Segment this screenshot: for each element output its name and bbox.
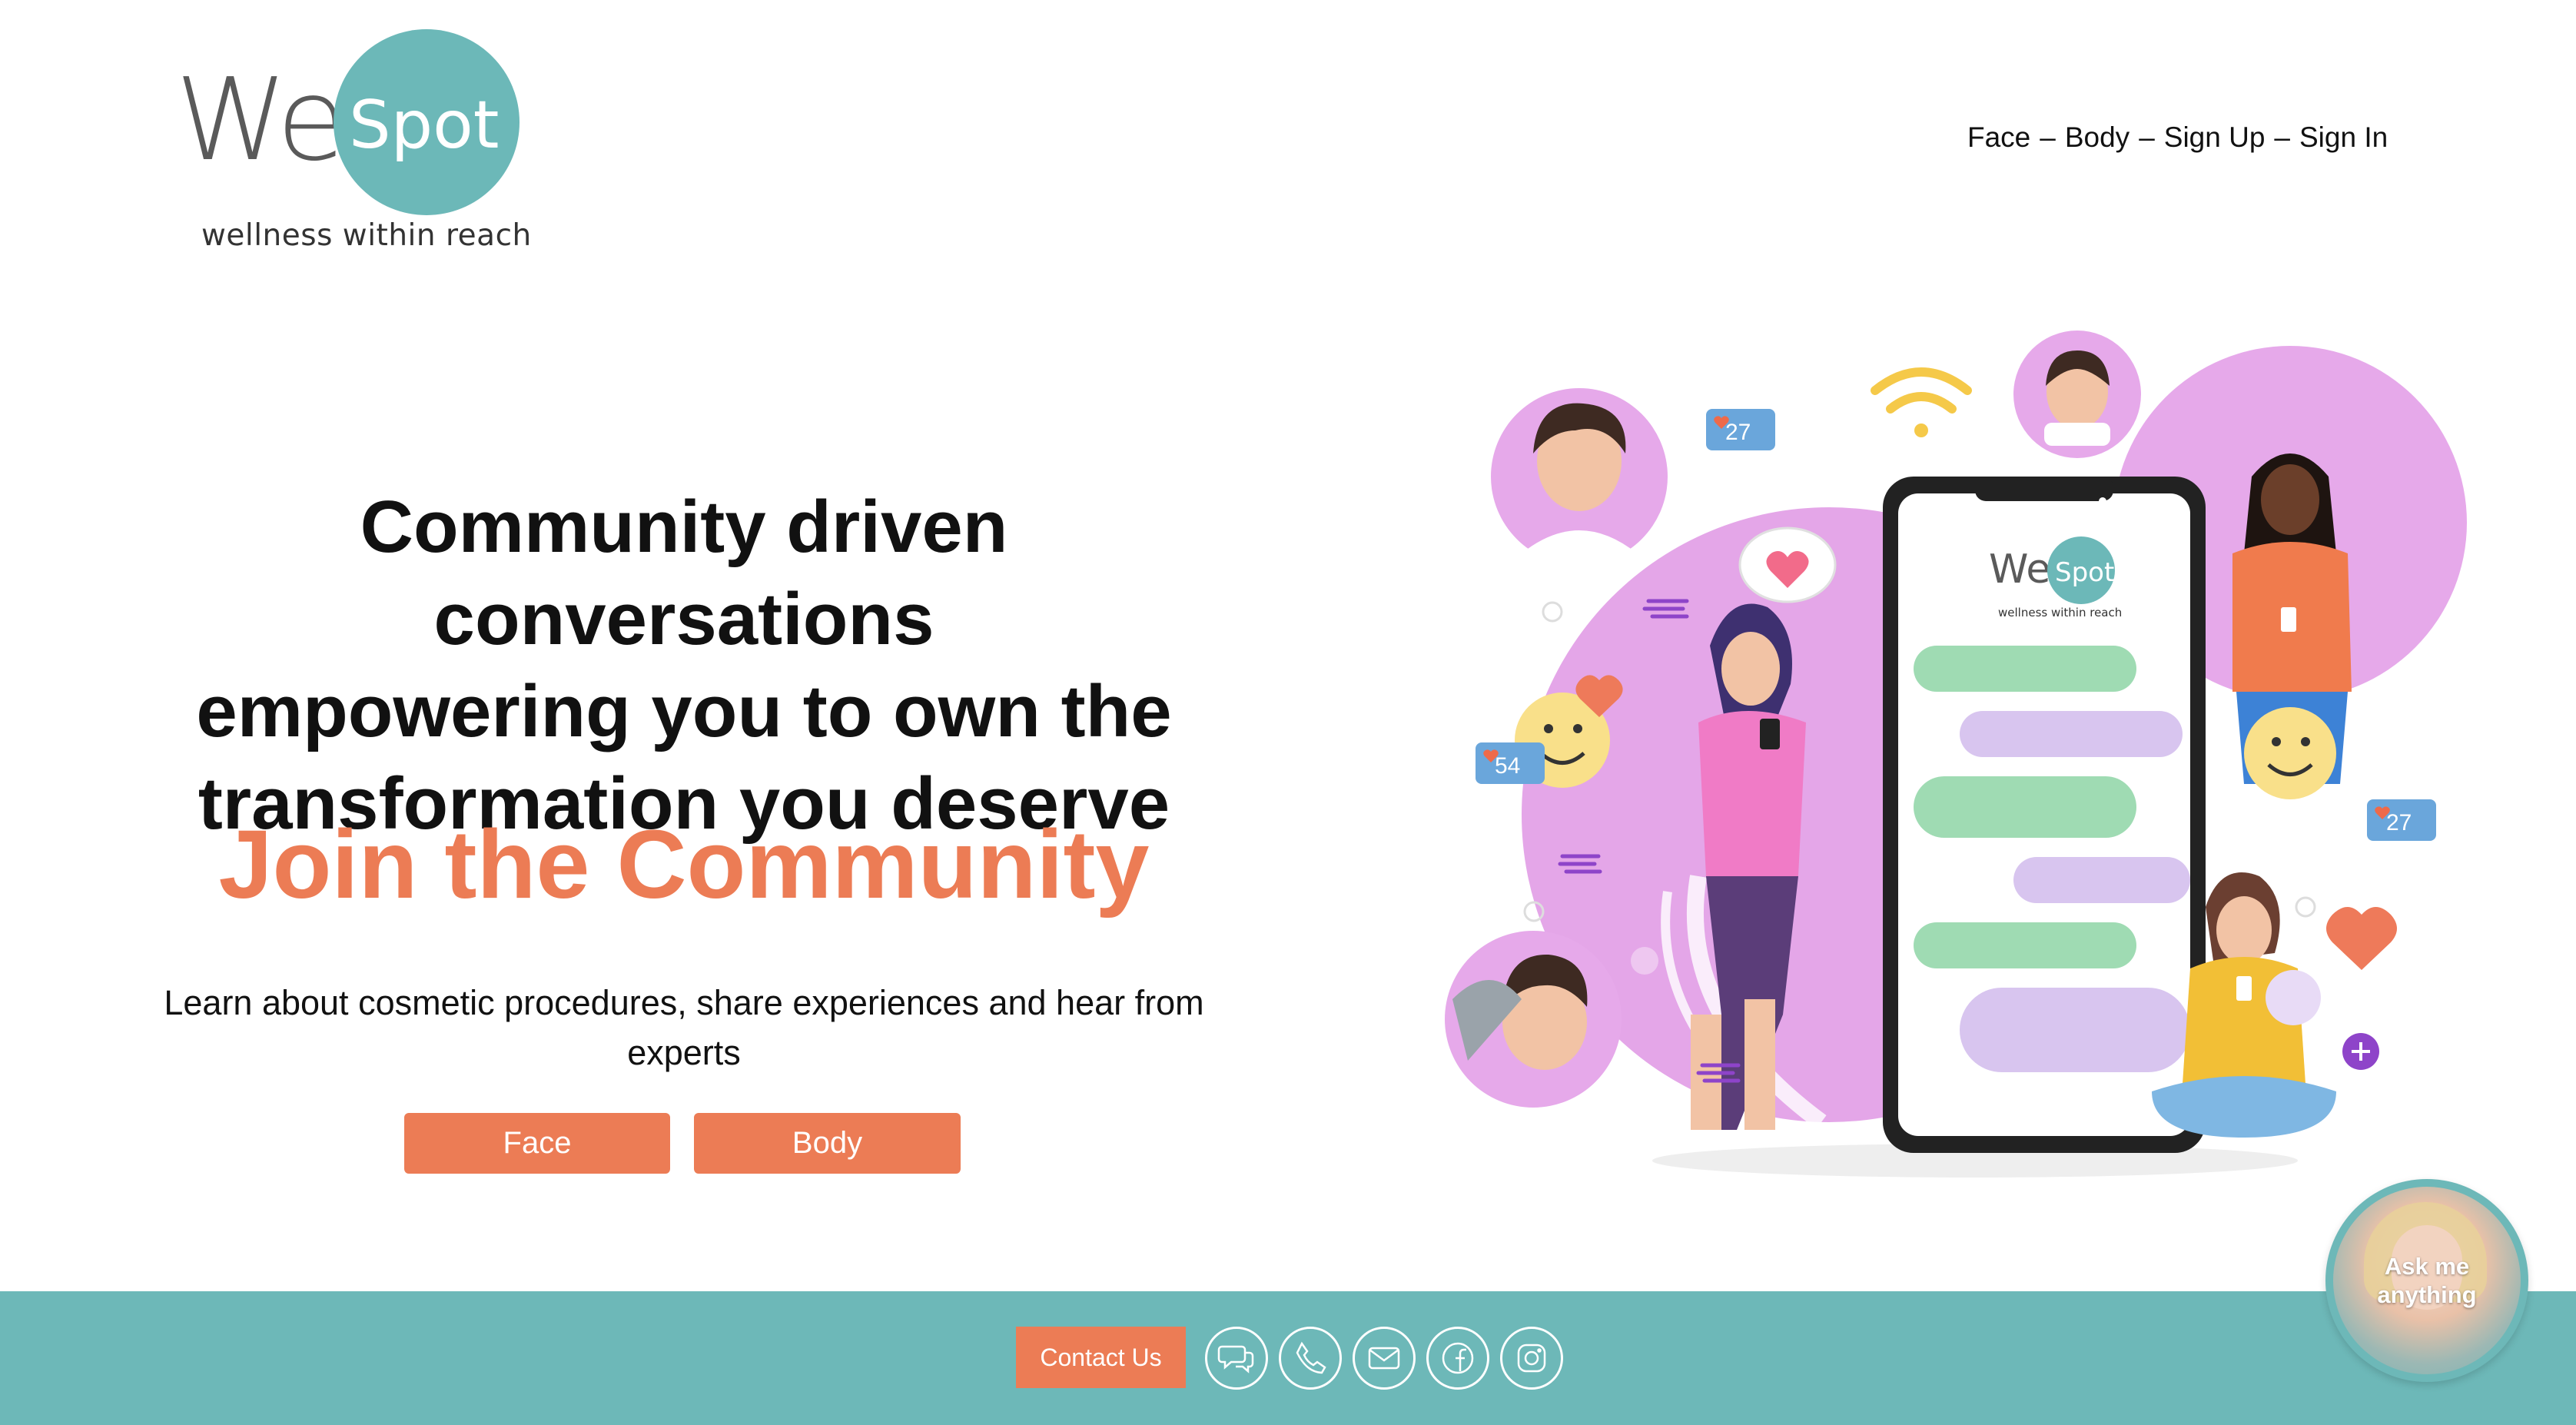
avatar-top-left bbox=[1491, 388, 1668, 569]
logo-spot-text: Spot bbox=[349, 87, 500, 164]
nav-separator: – bbox=[2139, 121, 2155, 153]
body-button[interactable]: Body bbox=[694, 1113, 961, 1174]
heart-right bbox=[2326, 907, 2397, 970]
ask-me-line-1: Ask me bbox=[2384, 1253, 2470, 1280]
facebook-icon[interactable] bbox=[1426, 1327, 1489, 1390]
face-button[interactable]: Face bbox=[404, 1113, 670, 1174]
site-logo[interactable]: Wel Spot wellness within reach bbox=[175, 29, 532, 260]
heart-speech-bubble bbox=[1738, 526, 1837, 603]
like-badge-right: 27 bbox=[2367, 799, 2436, 841]
assistant-avatar: Ask me anything bbox=[2333, 1187, 2521, 1374]
ask-me-anything-widget[interactable]: Ask me anything bbox=[2325, 1179, 2528, 1382]
chat-icon[interactable] bbox=[1205, 1327, 1268, 1390]
like-badge-left: 54 bbox=[1476, 742, 1545, 784]
headline-line-1: Community driven conversations bbox=[360, 486, 1008, 660]
ask-me-line-2: anything bbox=[2377, 1281, 2477, 1308]
avatar-top-center bbox=[2013, 331, 2141, 458]
community-illustration: Wel Spot wellness within reach 27 54 27 bbox=[1445, 331, 2467, 1178]
headline-line-2: empowering you to own the bbox=[196, 670, 1172, 752]
join-community-title: Join the Community bbox=[218, 810, 1150, 918]
hero-headline: Community driven conversations empowerin… bbox=[100, 481, 1268, 850]
phone-logo-spot: Spot bbox=[2055, 557, 2114, 588]
contact-us-button[interactable]: Contact Us bbox=[1016, 1327, 1186, 1388]
like-count-top: 27 bbox=[1725, 420, 1751, 445]
phone-icon[interactable] bbox=[1279, 1327, 1342, 1390]
nav-link-face[interactable]: Face bbox=[1967, 121, 2030, 154]
phone-logo-tagline: wellness within reach bbox=[1998, 606, 2122, 619]
like-count-left: 54 bbox=[1495, 753, 1520, 779]
avatar-bottom-left bbox=[1445, 931, 1622, 1108]
like-badge-top: 27 bbox=[1706, 409, 1775, 450]
mail-icon[interactable] bbox=[1353, 1327, 1416, 1390]
instagram-icon[interactable] bbox=[1500, 1327, 1563, 1390]
top-navigation: Face – Body – Sign Up – Sign In bbox=[1967, 121, 2388, 154]
nav-separator: – bbox=[2040, 121, 2056, 153]
footer-bar: Contact Us bbox=[0, 1291, 2576, 1425]
smiley-right bbox=[2244, 707, 2336, 799]
nav-link-sign-in[interactable]: Sign In bbox=[2299, 121, 2388, 154]
nav-link-sign-up[interactable]: Sign Up bbox=[2164, 121, 2266, 154]
nav-link-body[interactable]: Body bbox=[2065, 121, 2130, 154]
like-count-right: 27 bbox=[2386, 810, 2412, 835]
nav-separator: – bbox=[2274, 121, 2290, 153]
ask-me-label: Ask me anything bbox=[2377, 1252, 2476, 1309]
logo-tagline: wellness within reach bbox=[201, 218, 532, 253]
hero-subtitle: Learn about cosmetic procedures, share e… bbox=[164, 983, 1204, 1072]
